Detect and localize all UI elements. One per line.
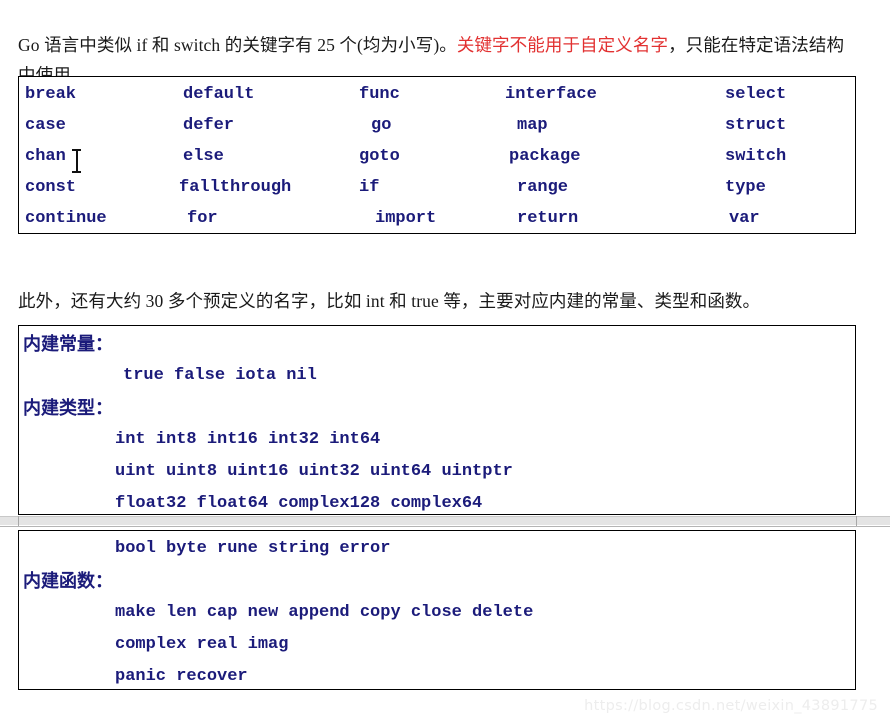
keyword-row: case defer go map struct	[19, 110, 855, 141]
keyword-cell: go	[371, 116, 392, 135]
keyword-cell: var	[729, 209, 760, 228]
builtin-functions-value-line: panic recover	[115, 667, 248, 686]
keyword-cell: range	[517, 178, 569, 197]
keywords-box: break default func interface select case…	[18, 76, 856, 234]
ibeam-bottom-cap	[72, 171, 81, 173]
keywords-grid: break default func interface select case…	[19, 77, 855, 233]
page-break-band	[0, 517, 890, 525]
keyword-row: continue for import return var	[19, 203, 855, 234]
page-break-bottom-rule	[0, 526, 890, 527]
predeclared-paragraph: 此外，还有大约 30 多个预定义的名字，比如 int 和 true 等，主要对应…	[18, 290, 761, 311]
keyword-cell: const	[25, 178, 77, 197]
keyword-cell: type	[725, 178, 766, 197]
builtin-types-label: 内建类型：	[23, 398, 113, 418]
keyword-row: chan else goto package switch	[19, 141, 855, 172]
keyword-cell: package	[509, 147, 581, 166]
page-break-tick-right	[856, 516, 857, 526]
watermark-url: https://blog.csdn.net/weixin_43891775	[584, 698, 878, 714]
page-break-separator	[0, 516, 890, 528]
page-break-tick-left	[18, 516, 19, 526]
keyword-row: const fallthrough if range type	[19, 172, 855, 203]
document-page: Go 语言中类似 if 和 switch 的关键字有 25 个(均为小写)。关键…	[0, 0, 890, 720]
builtin-body-lower: bool byte rune string error 内建函数： make l…	[19, 531, 855, 689]
keyword-cell: if	[359, 178, 380, 197]
intro-text-before-highlight: Go 语言中类似 if 和 switch 的关键字有 25 个(均为小写)。	[18, 34, 457, 55]
keyword-cell: fallthrough	[179, 178, 292, 197]
keyword-cell: return	[517, 209, 579, 228]
keyword-cell: map	[517, 116, 548, 135]
builtin-constants-values: true false iota nil	[123, 366, 317, 385]
builtin-functions-value-line: complex real imag	[115, 635, 289, 654]
keyword-cell: struct	[725, 116, 787, 135]
builtin-functions-box: bool byte rune string error 内建函数： make l…	[18, 530, 856, 690]
keyword-cell: chan	[25, 147, 66, 166]
builtin-functions-value-line: make len cap new append copy close delet…	[115, 603, 534, 622]
keyword-cell: case	[25, 116, 66, 135]
builtin-types-value-line: uint uint8 uint16 uint32 uint64 uintptr	[115, 462, 513, 481]
keyword-cell: defer	[183, 116, 235, 135]
ibeam-stem	[76, 150, 78, 172]
intro-text-highlight-red: 关键字不能用于自定义名字	[456, 34, 669, 55]
keyword-cell: break	[25, 85, 77, 104]
builtin-types-value-line: int int8 int16 int32 int64	[115, 430, 381, 449]
keyword-row: break default func interface select	[19, 79, 855, 110]
builtin-types-value-line-continued: bool byte rune string error	[115, 539, 391, 558]
builtin-functions-label: 内建函数：	[23, 571, 113, 591]
keyword-cell: import	[375, 209, 437, 228]
keyword-cell: select	[725, 85, 787, 104]
builtin-body-upper: 内建常量： true false iota nil 内建类型： int int8…	[19, 326, 855, 514]
keyword-cell: else	[183, 147, 224, 166]
keyword-cell: default	[183, 85, 255, 104]
text-cursor-ibeam	[72, 148, 81, 174]
builtin-constants-types-box: 内建常量： true false iota nil 内建类型： int int8…	[18, 325, 856, 515]
keyword-cell: switch	[725, 147, 787, 166]
keyword-cell: func	[359, 85, 400, 104]
builtin-constants-label: 内建常量：	[23, 334, 113, 354]
keyword-cell: interface	[505, 85, 597, 104]
keyword-cell: goto	[359, 147, 400, 166]
keyword-cell: for	[187, 209, 218, 228]
keyword-cell: continue	[25, 209, 107, 228]
